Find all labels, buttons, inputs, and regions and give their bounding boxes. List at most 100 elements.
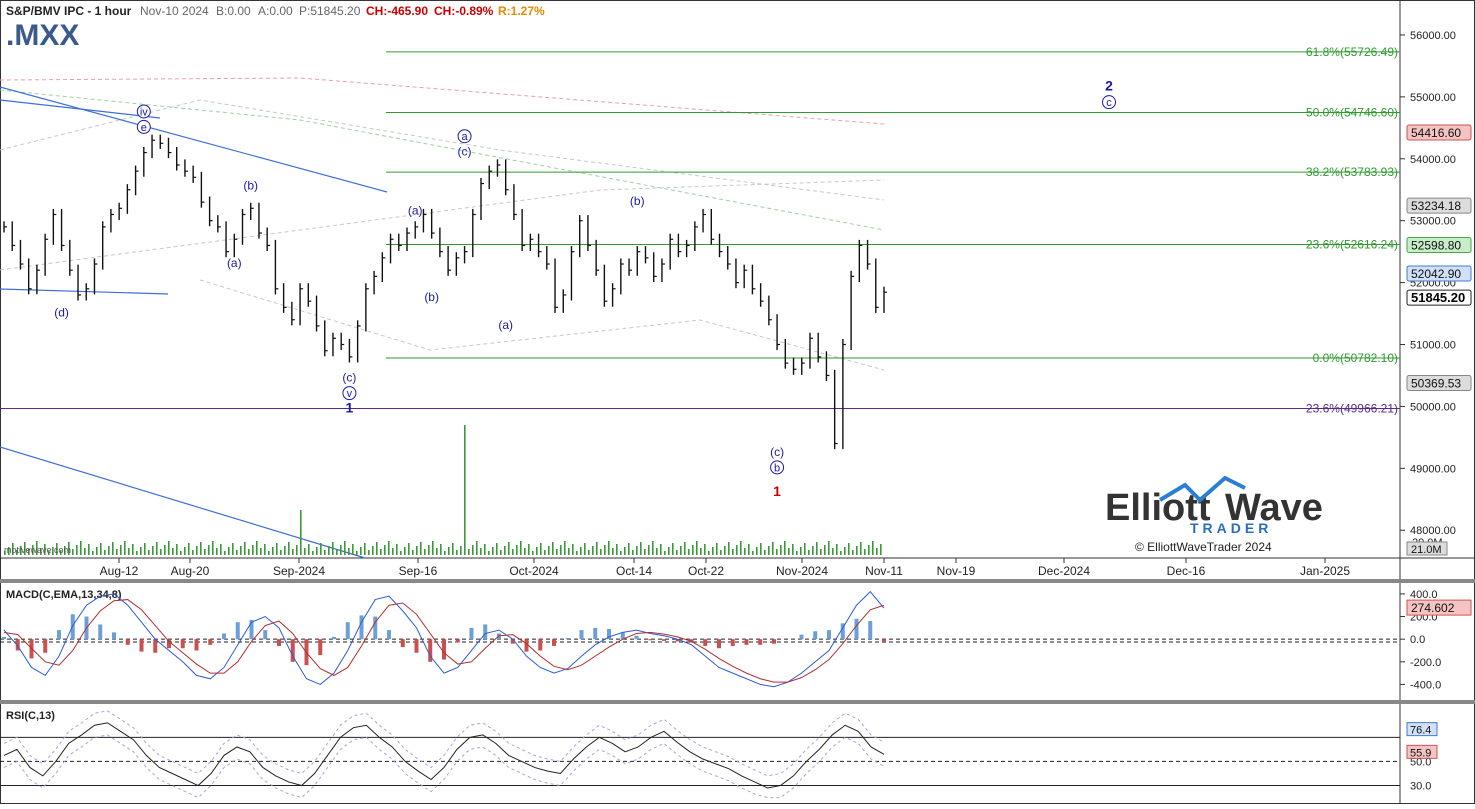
price-tag-label: 51845.20 [1411,290,1465,305]
fib-level-label: 50.0%(54746.60) [1306,106,1398,120]
time-axis-label: Dec-16 [1167,564,1206,578]
macd-histogram-bar [579,630,584,640]
macd-histogram-bar [153,639,158,653]
logo-copyright: © ElliottWaveTrader 2024 [1135,540,1272,554]
volume-bar [116,549,118,555]
macd-histogram-bar [717,639,721,649]
volume-bar [824,545,826,555]
volume-bar [680,546,682,555]
macd-histogram-bar [648,639,653,641]
panel-splitter-2[interactable] [0,700,1475,704]
volume-bar [444,551,446,555]
volume-bar [204,549,206,555]
macd-histogram-bar [662,639,666,641]
volume-bar [652,541,654,555]
volume-bar [268,551,270,555]
volume-bar [428,545,430,555]
header-change-pct: CH:-0.89% [434,4,494,18]
volume-bar [780,545,782,555]
volume-bar [556,549,558,555]
volume-bar [580,547,582,555]
volume-bar [616,544,618,555]
time-axis-label: Jan-2025 [1300,564,1350,578]
volume-bar [748,544,750,555]
volume-bar [464,425,466,555]
volume-bar [668,547,670,555]
volume-bar [324,550,326,555]
panel-splitter-1[interactable] [0,579,1475,583]
volume-bar [484,544,486,555]
wave-label: (c) [770,445,784,459]
volume-bar [104,550,106,555]
volume-bar [720,550,722,555]
volume-bar [540,543,542,555]
volume-bar [424,549,426,555]
volume-bar [712,547,714,555]
volume-bar [260,548,262,555]
volume-bar [660,544,662,555]
price-axis-label: 56000.00 [1410,30,1456,42]
volume-bar [656,548,658,555]
volume-bar [188,543,190,555]
volume-bar [536,547,538,555]
volume-bar [528,544,530,555]
macd-histogram-bar [57,630,61,640]
volume-bar [804,543,806,555]
volume-bar [476,541,478,555]
volume-bar [136,551,138,555]
rsi-value-label: 55.9 [1410,747,1431,759]
volume-bar [288,542,290,555]
volume-bar [852,550,854,555]
volume-bar [280,550,282,555]
volume-bar [228,547,230,555]
wave-degree-label: 1 [773,483,781,499]
volume-bar [408,543,410,555]
volume-bar [88,544,90,555]
volume-bar [348,548,350,555]
volume-bar [144,543,146,555]
volume-bar [840,551,842,555]
volume-bar [688,549,690,555]
macd-histogram-bar [208,639,213,645]
watermark: motivewave.com [4,545,71,555]
logo-word-trader: TRADER [1190,520,1272,536]
macd-histogram-bar [222,633,226,640]
volume-bar [876,548,878,555]
header-bid: B:0.00 [216,4,251,18]
macd-histogram-bar [538,639,543,651]
outer-frame [0,0,1475,804]
volume-bar [128,548,130,555]
wave-label: e [141,122,147,134]
volume-bar [200,542,202,555]
volume-bar [828,541,830,555]
time-axis-label: Oct-2024 [509,564,559,578]
volume-bar [172,548,174,555]
volume-bar [236,550,238,555]
fib-level-label: 23.6%(52616.24) [1306,237,1398,251]
volume-bar [404,547,406,555]
volume-bar [192,550,194,555]
volume-bar [168,541,170,555]
price-axis-label: 49000.00 [1410,463,1456,475]
wave-label: (b) [424,290,439,304]
volume-bar [728,542,730,555]
volume-bar [704,544,706,555]
volume-bar [644,549,646,555]
volume-bar [572,544,574,555]
volume-bar [544,550,546,555]
price-tag-label: 53234.18 [1411,199,1461,213]
volume-bar [504,546,506,555]
volume-bar [156,542,158,555]
volume-bar [808,550,810,555]
time-axis-label: Oct-14 [616,564,652,578]
wave-label: (c) [342,371,356,385]
chart-root: 61.8%(55726.49) 50.0%(54746.60) 38.2%(5378… [0,0,1475,804]
macd-axis-label: -400.0 [1410,679,1441,691]
macd-histogram-bar [552,639,556,646]
wave-label: a [461,131,468,143]
volume-bar [420,542,422,555]
volume-bar [564,541,566,555]
volume-bar [496,543,498,555]
price-tag-label: 50369.53 [1411,377,1461,391]
volume-bar [844,547,846,555]
